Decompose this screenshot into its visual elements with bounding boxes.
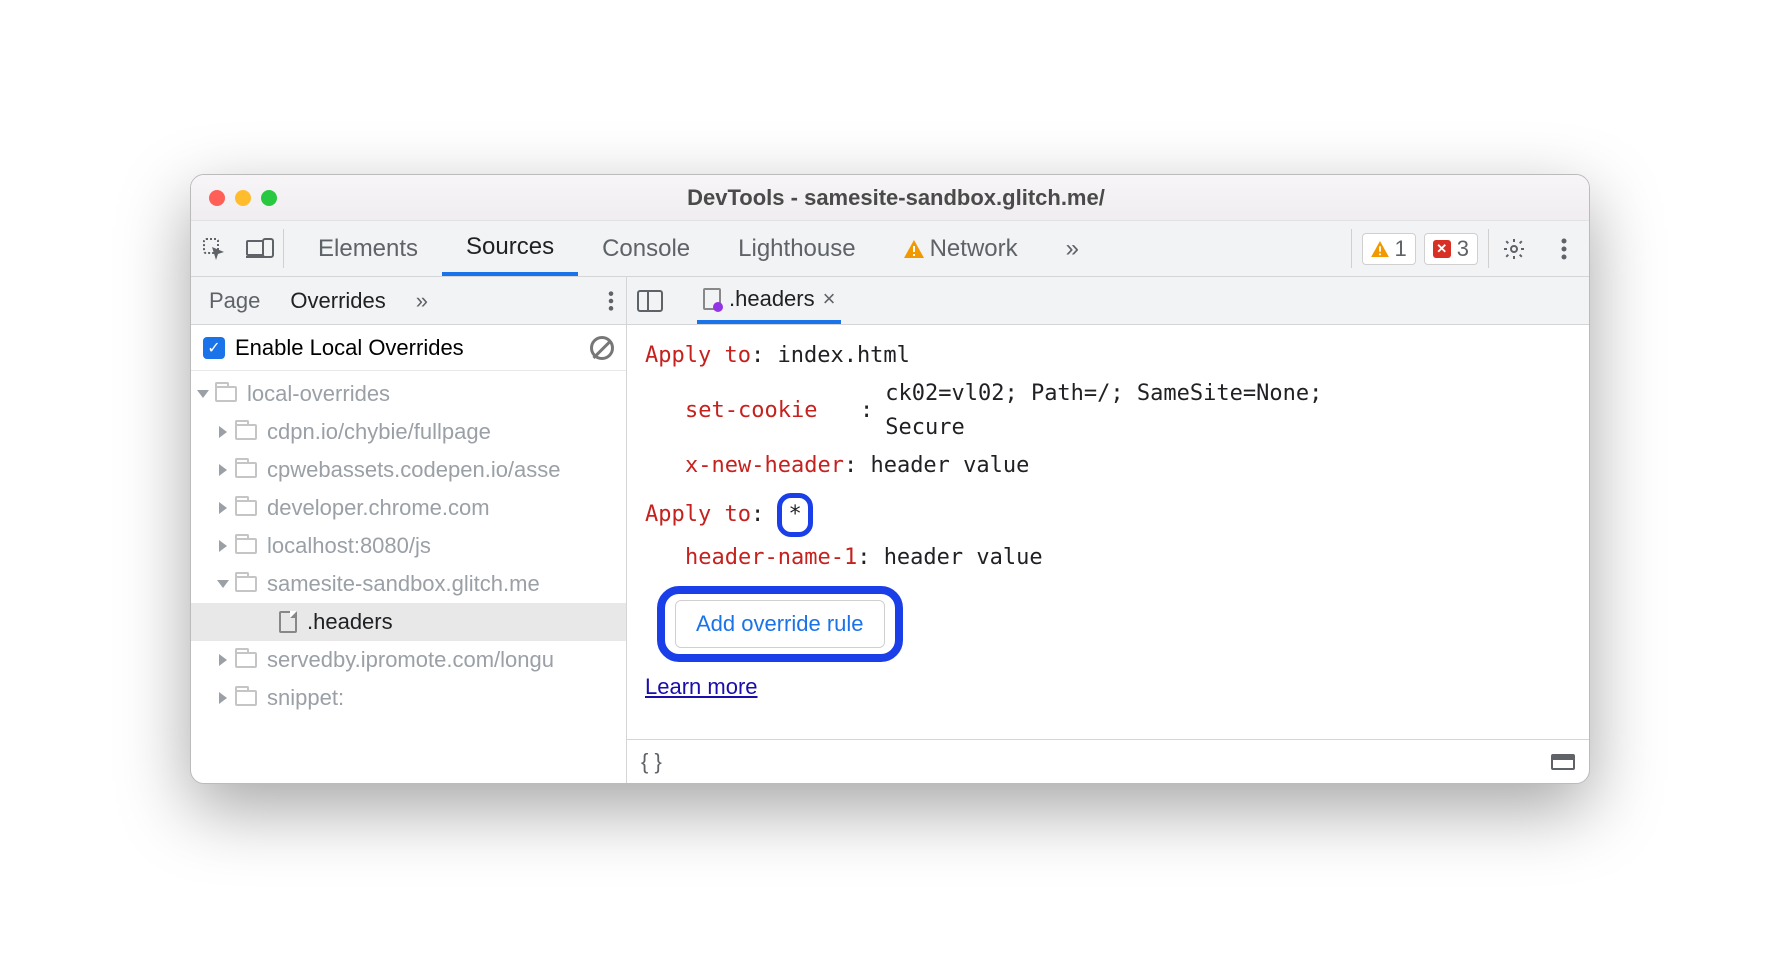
file-icon bbox=[703, 288, 721, 310]
learn-more-link[interactable]: Learn more bbox=[645, 670, 758, 704]
tree-folder[interactable]: servedby.ipromote.com/longu bbox=[191, 641, 626, 679]
apply-to-highlight: * bbox=[777, 493, 812, 537]
settings-icon[interactable] bbox=[1489, 221, 1539, 276]
tabs-overflow[interactable]: » bbox=[1042, 221, 1103, 276]
editor-tabbar: .headers × bbox=[627, 277, 1589, 325]
sources-panel: Page Overrides » ✓ Enable Local Override… bbox=[191, 277, 1589, 783]
tree-file-headers[interactable]: .headers bbox=[191, 603, 626, 641]
folder-icon bbox=[235, 690, 257, 706]
navigator-tab-overrides[interactable]: Overrides bbox=[284, 277, 391, 324]
navigator-tab-page[interactable]: Page bbox=[203, 277, 266, 324]
editor-pane: .headers × Apply to: index.html set-cook… bbox=[627, 277, 1589, 783]
header-name[interactable]: x-new-header bbox=[685, 449, 844, 483]
main-toolbar: Elements Sources Console Lighthouse Netw… bbox=[191, 221, 1589, 277]
close-window-button[interactable] bbox=[209, 190, 225, 206]
window-title: DevTools - samesite-sandbox.glitch.me/ bbox=[277, 185, 1515, 211]
window-controls bbox=[209, 190, 277, 206]
tree-folder[interactable]: cdpn.io/chybie/fullpage bbox=[191, 413, 626, 451]
tree-folder[interactable]: localhost:8080/js bbox=[191, 527, 626, 565]
issue-counters: 1 ✕ 3 bbox=[1352, 221, 1489, 276]
device-toolbar-icon[interactable] bbox=[237, 221, 283, 276]
zoom-window-button[interactable] bbox=[261, 190, 277, 206]
enable-overrides-row: ✓ Enable Local Overrides bbox=[191, 325, 626, 371]
header-value[interactable]: header value bbox=[884, 541, 1043, 575]
errors-counter[interactable]: ✕ 3 bbox=[1424, 233, 1478, 265]
titlebar: DevTools - samesite-sandbox.glitch.me/ bbox=[191, 175, 1589, 221]
folder-icon bbox=[215, 386, 237, 402]
tab-lighthouse[interactable]: Lighthouse bbox=[714, 221, 879, 276]
tree-folder[interactable]: developer.chrome.com bbox=[191, 489, 626, 527]
modified-dot-icon bbox=[713, 302, 723, 312]
inspect-icon[interactable] bbox=[191, 221, 237, 276]
error-icon: ✕ bbox=[1433, 240, 1451, 258]
apply-to-row: Apply to: * bbox=[645, 493, 1571, 537]
add-override-rule-button[interactable]: Add override rule bbox=[675, 600, 885, 648]
tree-folder-open[interactable]: samesite-sandbox.glitch.me bbox=[191, 565, 626, 603]
header-row: set-cookie : ck02=vl02; Path=/; SameSite… bbox=[685, 377, 1571, 445]
navigator-more-icon[interactable] bbox=[608, 290, 614, 312]
clear-overrides-icon[interactable] bbox=[590, 336, 614, 360]
header-name[interactable]: set-cookie bbox=[685, 394, 860, 428]
tree-folder[interactable]: snippet: bbox=[191, 679, 626, 717]
panel-tabs: Elements Sources Console Lighthouse Netw… bbox=[284, 221, 1351, 276]
folder-icon bbox=[235, 576, 257, 592]
folder-icon bbox=[235, 500, 257, 516]
navigator-sidebar: Page Overrides » ✓ Enable Local Override… bbox=[191, 277, 627, 783]
folder-icon bbox=[235, 538, 257, 554]
file-icon bbox=[279, 611, 297, 633]
headers-editor[interactable]: Apply to: index.html set-cookie : ck02=v… bbox=[627, 325, 1589, 739]
toggle-drawer-icon[interactable] bbox=[1551, 754, 1575, 770]
folder-icon bbox=[235, 462, 257, 478]
navigator-tabs: Page Overrides » bbox=[191, 277, 626, 325]
enable-overrides-label: Enable Local Overrides bbox=[235, 335, 464, 361]
header-row: header-name-1: header value bbox=[685, 541, 1571, 575]
add-rule-highlight: Add override rule bbox=[657, 586, 903, 662]
apply-to-row: Apply to: index.html bbox=[645, 339, 1571, 373]
tab-elements[interactable]: Elements bbox=[294, 221, 442, 276]
editor-footer: { } bbox=[627, 739, 1589, 783]
tree-folder[interactable]: cpwebassets.codepen.io/asse bbox=[191, 451, 626, 489]
overrides-tree: local-overrides cdpn.io/chybie/fullpage … bbox=[191, 371, 626, 783]
warning-icon bbox=[1371, 241, 1389, 257]
enable-overrides-checkbox[interactable]: ✓ bbox=[203, 337, 225, 359]
more-icon[interactable] bbox=[1539, 221, 1589, 276]
tree-folder-root[interactable]: local-overrides bbox=[191, 375, 626, 413]
header-name[interactable]: header-name-1 bbox=[685, 541, 857, 575]
header-value[interactable]: header value bbox=[870, 449, 1029, 483]
devtools-window: DevTools - samesite-sandbox.glitch.me/ E… bbox=[190, 174, 1590, 784]
toggle-navigator-icon[interactable] bbox=[637, 290, 663, 312]
file-tab-headers[interactable]: .headers × bbox=[697, 277, 841, 324]
warning-icon bbox=[904, 240, 924, 258]
tab-console[interactable]: Console bbox=[578, 221, 714, 276]
warnings-counter[interactable]: 1 bbox=[1362, 233, 1416, 265]
header-row: x-new-header: header value bbox=[685, 449, 1571, 483]
folder-icon bbox=[235, 652, 257, 668]
minimize-window-button[interactable] bbox=[235, 190, 251, 206]
tab-network[interactable]: Network bbox=[880, 221, 1042, 276]
folder-icon bbox=[235, 424, 257, 440]
navigator-tabs-overflow[interactable]: » bbox=[410, 277, 434, 324]
close-tab-icon[interactable]: × bbox=[823, 286, 836, 312]
tab-sources[interactable]: Sources bbox=[442, 221, 578, 276]
header-value[interactable]: ck02=vl02; Path=/; SameSite=None; Secure bbox=[885, 377, 1405, 445]
braces-icon[interactable]: { } bbox=[641, 749, 662, 775]
